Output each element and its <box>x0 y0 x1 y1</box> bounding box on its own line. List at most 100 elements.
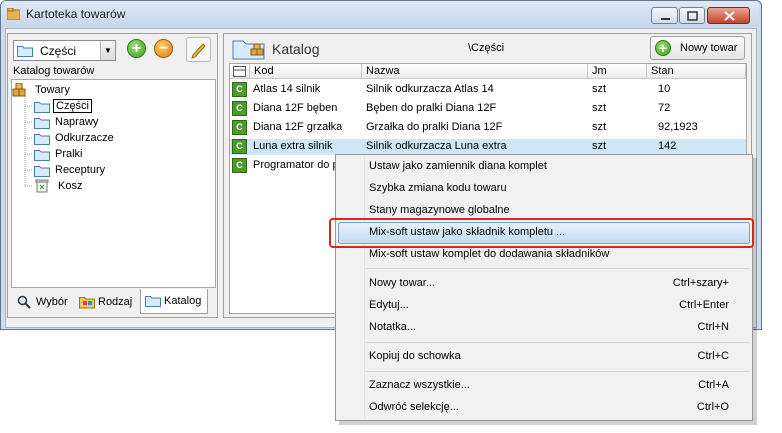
menu-item-label: Odwróć selekcję... <box>369 401 459 413</box>
close-icon <box>724 11 735 21</box>
combo-value: Części <box>40 44 77 58</box>
menu-item-ustaw-zamiennik[interactable]: Ustaw jako zamiennik diana komplet <box>338 156 750 178</box>
menu-item-label: Zaznacz wszystkie... <box>369 379 470 391</box>
grid-selector-column[interactable] <box>230 64 250 79</box>
column-header-stan-label: Stan <box>651 65 674 77</box>
cell-nazwa: Bęben do pralki Diana 12F <box>366 102 497 114</box>
chevron-down-icon[interactable]: ▼ <box>100 41 115 60</box>
column-header-stan[interactable]: Stan <box>647 64 746 79</box>
cell-jm: szt <box>592 102 607 114</box>
app-icon <box>6 7 21 21</box>
close-button[interactable] <box>707 7 750 24</box>
cell-stan: 72 <box>658 102 671 114</box>
tab-wybor-label: Wybór <box>36 296 68 308</box>
menu-item-edytuj[interactable]: Edytuj... Ctrl+Enter <box>338 295 750 317</box>
menu-item-shortcut: Ctrl+Enter <box>679 299 729 311</box>
menu-item-label: Edytuj... <box>369 299 409 311</box>
cell-kod: Luna extra silnik <box>253 140 333 152</box>
menu-item-kopiuj[interactable]: Kopiuj do schowka Ctrl+C <box>338 346 750 368</box>
tree-item-towary[interactable]: Towary <box>35 84 70 96</box>
maximize-icon <box>687 11 698 21</box>
cell-jm: szt <box>592 121 607 133</box>
add-icon: + <box>655 40 671 56</box>
menu-item-odwroc-selekcje[interactable]: Odwróć selekcję... Ctrl+O <box>338 397 750 419</box>
magnifier-icon <box>17 295 31 309</box>
table-row-selected[interactable]: C Luna extra silnik Silnik odkurzacza Lu… <box>230 139 746 155</box>
add-icon[interactable]: + <box>127 39 146 58</box>
tab-katalog[interactable]: Katalog <box>140 289 208 314</box>
c-item-icon: C <box>232 82 247 97</box>
folder-icon <box>34 164 50 180</box>
cell-stan: 92,1923 <box>658 121 698 133</box>
window-title: Kartoteka towarów <box>26 7 126 21</box>
tree-item-odkurzacze[interactable]: Odkurzacze <box>55 132 114 144</box>
c-item-icon: C <box>232 139 247 154</box>
c-item-icon: C <box>232 101 247 116</box>
minimize-button[interactable] <box>651 7 678 24</box>
remove-icon[interactable]: − <box>154 39 173 58</box>
cell-nazwa: Grzałka do pralki Diana 12F <box>366 121 503 133</box>
table-row[interactable]: C Atlas 14 silnik Silnik odkurzacza Atla… <box>230 82 746 98</box>
c-item-icon: C <box>232 158 247 173</box>
menu-item-label: Kopiuj do schowka <box>369 350 461 362</box>
cell-stan: 142 <box>658 140 677 152</box>
menu-item-label: Szybka zmiana kodu towaru <box>369 182 507 194</box>
cell-kod: Atlas 14 silnik <box>253 83 321 95</box>
menu-item-shortcut: Ctrl+C <box>697 350 729 362</box>
cell-stan: 10 <box>658 83 671 95</box>
tab-rodzaj[interactable]: Rodzaj <box>76 291 139 313</box>
table-row[interactable]: C Diana 12F grzałka Grzałka do pralki Di… <box>230 120 746 136</box>
tree-item-receptury[interactable]: Receptury <box>55 164 105 176</box>
menu-item-label: Nowy towar... <box>369 277 436 289</box>
tree-item-naprawy[interactable]: Naprawy <box>55 116 98 128</box>
cell-nazwa: Silnik odkurzacza Luna extra <box>366 140 507 152</box>
menu-item-label: Mix-soft ustaw komplet do dodawania skła… <box>369 248 610 260</box>
cell-jm: szt <box>592 140 607 152</box>
minimize-icon <box>661 18 670 20</box>
menu-separator <box>366 342 750 343</box>
edit-button[interactable] <box>186 37 211 62</box>
rodzaj-icon <box>79 297 95 309</box>
katalog-icon <box>145 296 161 307</box>
cell-nazwa: Silnik odkurzacza Atlas 14 <box>366 83 494 95</box>
menu-item-shortcut: Ctrl+A <box>698 379 729 391</box>
menu-item-shortcut: Ctrl+szary+ <box>672 277 729 289</box>
menu-item-nowy-towar[interactable]: Nowy towar... Ctrl+szary+ <box>338 273 750 295</box>
column-header-jm[interactable]: Jm <box>588 64 647 79</box>
cell-kod: Diana 12F grzałka <box>253 121 343 133</box>
menu-item-notatka[interactable]: Notatka... Ctrl+N <box>338 317 750 339</box>
tab-katalog-label: Katalog <box>164 295 202 307</box>
folder-icon <box>34 148 50 164</box>
tab-wybor[interactable]: Wybór <box>13 291 73 313</box>
cell-kod: Diana 12F bęben <box>253 102 338 114</box>
annotation-highlight <box>329 218 754 248</box>
trash-icon <box>35 179 49 196</box>
menu-item-label: Notatka... <box>369 321 417 333</box>
column-header-kod-label: Kod <box>254 65 274 77</box>
pencil-icon <box>191 43 206 59</box>
tab-rodzaj-label: Rodzaj <box>98 296 133 308</box>
folder-icon <box>34 132 50 148</box>
menu-item-label: Stany magazynowe globalne <box>369 204 510 216</box>
folder-icon <box>34 100 50 116</box>
new-item-button-label: Nowy towar <box>680 42 738 54</box>
menu-separator <box>366 268 750 269</box>
menu-item-zaznacz-wszystkie[interactable]: Zaznacz wszystkie... Ctrl+A <box>338 375 750 397</box>
tree-item-kosz[interactable]: Kosz <box>58 180 82 192</box>
cell-kod: Programator do p <box>253 159 339 171</box>
tree-item-pralki[interactable]: Pralki <box>55 148 83 160</box>
menu-item-szybka-zmiana-kodu[interactable]: Szybka zmiana kodu towaru <box>338 178 750 200</box>
menu-item-shortcut: Ctrl+N <box>697 321 729 333</box>
c-item-icon: C <box>232 120 247 135</box>
column-header-nazwa[interactable]: Nazwa <box>362 64 588 79</box>
maximize-button[interactable] <box>679 7 705 24</box>
catalog-label: Katalog towarów <box>13 65 95 77</box>
catalog-header-title: Katalog <box>272 41 320 57</box>
folder-icon <box>34 116 50 132</box>
folder-icon <box>17 44 33 60</box>
table-row[interactable]: C Diana 12F bęben Bęben do pralki Diana … <box>230 101 746 117</box>
menu-separator <box>366 371 750 372</box>
column-header-kod[interactable]: Kod <box>250 64 362 79</box>
tree-item-czesci[interactable]: Części <box>53 99 93 113</box>
menu-item-label: Ustaw jako zamiennik diana komplet <box>369 160 547 172</box>
